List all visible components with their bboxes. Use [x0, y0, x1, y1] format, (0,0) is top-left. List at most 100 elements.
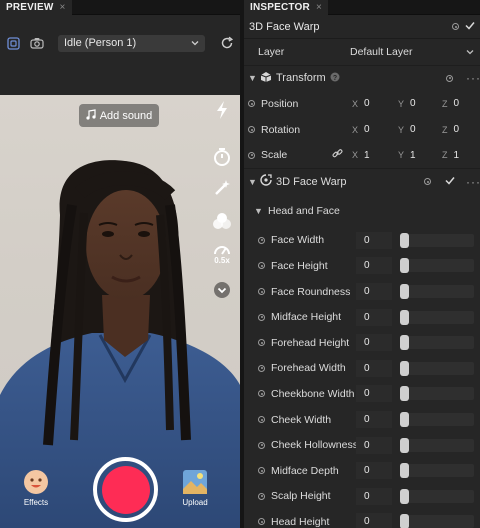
- slider-thumb[interactable]: [400, 437, 409, 453]
- param-slider[interactable]: [400, 386, 474, 402]
- refresh-icon[interactable]: [219, 36, 234, 51]
- param-slider[interactable]: [400, 258, 474, 274]
- keyframe-icon[interactable]: [258, 339, 265, 347]
- keyframe-icon[interactable]: [258, 236, 265, 244]
- head-and-face-group[interactable]: ▼ Head and Face: [244, 195, 480, 228]
- scale-y[interactable]: Y1: [398, 150, 416, 161]
- timer-icon[interactable]: [208, 147, 236, 167]
- speed-control[interactable]: 0.5x: [208, 243, 236, 265]
- param-row: Cheekbone Width 0: [244, 381, 480, 407]
- param-value-input[interactable]: 0: [356, 283, 392, 301]
- close-icon[interactable]: ×: [316, 2, 322, 13]
- rotation-z[interactable]: Z0: [442, 124, 459, 135]
- param-slider[interactable]: [400, 437, 474, 453]
- device-frame-icon[interactable]: [6, 36, 21, 51]
- flash-icon[interactable]: [208, 100, 236, 120]
- keyframe-icon[interactable]: [258, 262, 265, 270]
- keyframe-icon[interactable]: [258, 441, 265, 449]
- more-icon[interactable]: ···: [466, 175, 480, 189]
- slider-thumb[interactable]: [400, 258, 409, 274]
- param-value-input[interactable]: 0: [356, 385, 392, 403]
- slider-thumb[interactable]: [400, 412, 409, 428]
- record-button[interactable]: [93, 457, 158, 522]
- param-slider[interactable]: [400, 284, 474, 300]
- layer-select[interactable]: Default Layer: [350, 46, 480, 58]
- param-value-input[interactable]: 0: [356, 308, 392, 326]
- effects-button[interactable]: Effects: [23, 469, 49, 507]
- rotation-x[interactable]: X0: [352, 124, 370, 135]
- slider-thumb[interactable]: [400, 309, 409, 325]
- filters-icon[interactable]: [208, 211, 236, 231]
- more-tools-button[interactable]: [208, 281, 236, 299]
- param-slider[interactable]: [400, 232, 474, 248]
- scale-z[interactable]: Z1: [442, 150, 459, 161]
- param-slider[interactable]: [400, 488, 474, 504]
- chevron-down-icon[interactable]: ▼: [248, 177, 258, 187]
- camera-icon[interactable]: [29, 36, 44, 51]
- object-title[interactable]: 3D Face Warp: [249, 21, 446, 33]
- preview-toolbar: Idle (Person 1): [0, 15, 240, 71]
- param-value-input[interactable]: 0: [356, 334, 392, 352]
- visibility-icon[interactable]: [452, 23, 459, 30]
- face-warp-header[interactable]: ▼ 3D Face Warp ···: [244, 169, 480, 195]
- chevron-down-icon[interactable]: ▼: [248, 73, 258, 83]
- param-slider[interactable]: [400, 335, 474, 351]
- visibility-icon[interactable]: [424, 178, 431, 186]
- keyframe-icon[interactable]: [258, 467, 265, 475]
- keyframe-icon[interactable]: [258, 390, 265, 398]
- param-value-input[interactable]: 0: [356, 487, 392, 505]
- param-value-input[interactable]: 0: [356, 257, 392, 275]
- chevron-down-icon[interactable]: ▼: [254, 206, 264, 216]
- param-value-input[interactable]: 0: [356, 411, 392, 429]
- param-value-input[interactable]: 0: [356, 436, 392, 454]
- visibility-icon[interactable]: [446, 74, 453, 82]
- scale-x[interactable]: X1: [352, 150, 370, 161]
- checkmark-icon[interactable]: [445, 176, 455, 188]
- slider-thumb[interactable]: [400, 360, 409, 376]
- param-label: Face Roundness: [271, 285, 351, 298]
- slider-thumb[interactable]: [400, 488, 409, 504]
- param-value-input[interactable]: 0: [356, 513, 392, 528]
- param-value-input[interactable]: 0: [356, 359, 392, 377]
- slider-thumb[interactable]: [400, 284, 409, 300]
- slider-thumb[interactable]: [400, 386, 409, 402]
- keyframe-icon[interactable]: [258, 416, 265, 424]
- keyframe-icon[interactable]: [258, 313, 265, 321]
- rotation-y[interactable]: Y0: [398, 124, 416, 135]
- slider-thumb[interactable]: [400, 463, 409, 479]
- keyframe-icon[interactable]: [258, 364, 265, 372]
- param-slider[interactable]: [400, 412, 474, 428]
- param-value-input[interactable]: 0: [356, 231, 392, 249]
- svg-text:?: ?: [333, 75, 337, 82]
- beauty-wand-icon[interactable]: [208, 179, 236, 197]
- position-y[interactable]: Y0: [398, 98, 416, 109]
- keyframe-icon[interactable]: [258, 518, 265, 526]
- transform-header[interactable]: ▼ Transform ? ···: [244, 66, 480, 92]
- close-icon[interactable]: ×: [60, 2, 66, 13]
- person-select[interactable]: Idle (Person 1): [58, 34, 205, 52]
- keyframe-icon[interactable]: [248, 100, 255, 108]
- more-icon[interactable]: ···: [466, 71, 480, 85]
- slider-thumb[interactable]: [400, 514, 409, 528]
- param-slider[interactable]: [400, 463, 474, 479]
- param-slider[interactable]: [400, 514, 474, 528]
- param-slider[interactable]: [400, 309, 474, 325]
- position-z[interactable]: Z0: [442, 98, 459, 109]
- tab-inspector[interactable]: INSPECTOR ×: [244, 0, 329, 15]
- help-icon[interactable]: ?: [330, 72, 340, 85]
- keyframe-icon[interactable]: [258, 288, 265, 296]
- position-x[interactable]: X0: [352, 98, 370, 109]
- keyframe-icon[interactable]: [248, 126, 255, 134]
- upload-button[interactable]: Upload: [182, 469, 208, 507]
- keyframe-icon[interactable]: [258, 492, 265, 500]
- param-value-input[interactable]: 0: [356, 462, 392, 480]
- camera-preview[interactable]: Add sound 0.5x Effects Upload: [0, 95, 240, 528]
- link-icon[interactable]: [332, 148, 343, 162]
- tab-preview[interactable]: PREVIEW ×: [0, 0, 72, 15]
- add-sound-button[interactable]: Add sound: [79, 104, 159, 127]
- keyframe-icon[interactable]: [248, 151, 255, 159]
- slider-thumb[interactable]: [400, 232, 409, 248]
- checkmark-icon[interactable]: [465, 21, 475, 33]
- slider-thumb[interactable]: [400, 335, 409, 351]
- param-slider[interactable]: [400, 360, 474, 376]
